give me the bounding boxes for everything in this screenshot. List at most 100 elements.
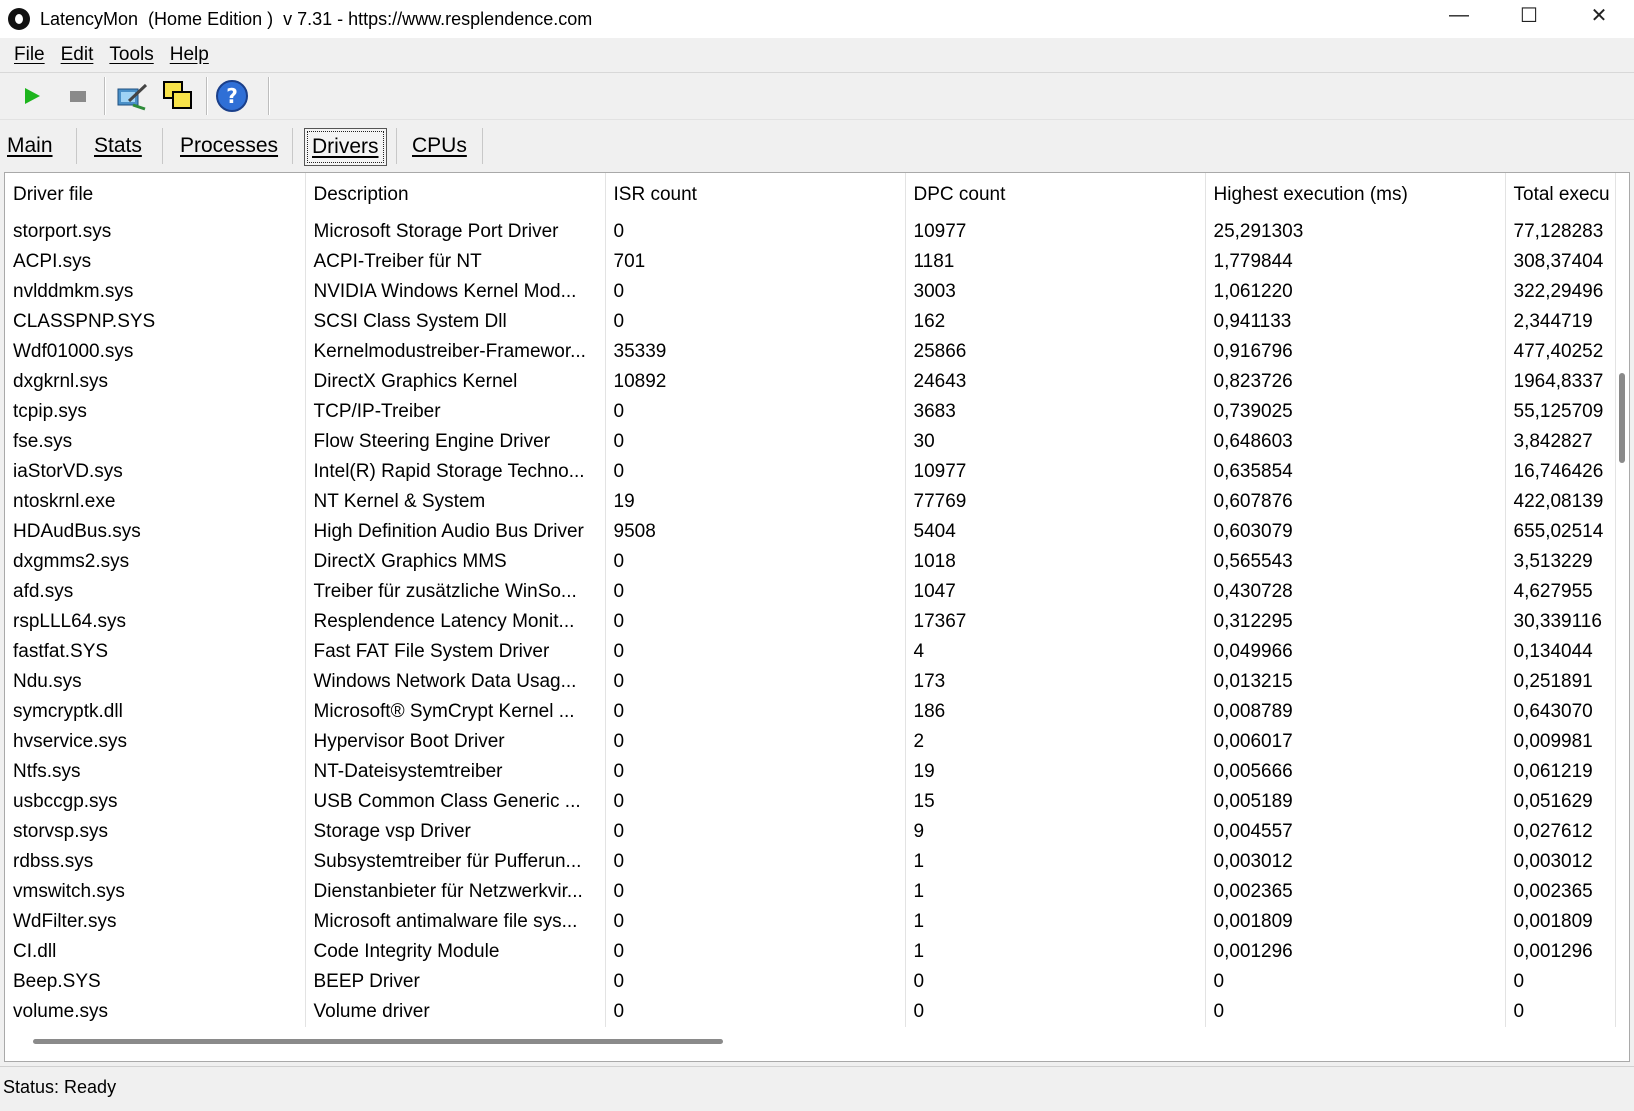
total-execution-cell: 308,37404: [1505, 247, 1616, 277]
dpc-count-cell: 1: [905, 847, 1206, 877]
toolbar-separator: [104, 77, 106, 115]
horizontal-scrollbar-track: [5, 1031, 1629, 1061]
horizontal-scrollbar[interactable]: [33, 1039, 723, 1044]
table-row[interactable]: volume.sys Volume driver 0 0 0 0: [5, 997, 1616, 1027]
window-title: LatencyMon (Home Edition ) v 7.31 - http…: [40, 8, 593, 29]
column-driver-file[interactable]: Driver file: [5, 173, 306, 217]
table-row[interactable]: vmswitch.sys Dienstanbieter für Netzwerkv…: [5, 877, 1616, 907]
driver-file-cell: WdFilter.sys: [5, 907, 306, 937]
isr-count-cell: 0: [605, 937, 906, 967]
table-row[interactable]: fse.sys Flow Steering Engine Driver 0 30 0,6…: [5, 427, 1616, 457]
dpc-count-cell: 19: [905, 757, 1206, 787]
total-execution-cell: 0,003012: [1505, 847, 1616, 877]
highest-execution-cell: 0,008789: [1205, 697, 1506, 727]
isr-count-cell: 0: [605, 817, 906, 847]
tab-stats[interactable]: Stats: [94, 128, 142, 164]
dpc-count-cell: 186: [905, 697, 1206, 727]
stop-button[interactable]: [60, 78, 96, 114]
minimize-button[interactable]: —: [1424, 0, 1494, 30]
isr-count-cell: 19: [605, 487, 906, 517]
highest-execution-cell: 0,430728: [1205, 577, 1506, 607]
table-row[interactable]: HDAudBus.sys High Definition Audio Bus Dr…: [5, 517, 1616, 547]
table-row[interactable]: ntoskrnl.exe NT Kernel & System 19 77769 0,6…: [5, 487, 1616, 517]
menu-bar: File Edit Tools Help: [0, 38, 1634, 73]
description-cell: Treiber für zusätzliche WinSo...: [305, 577, 606, 607]
vertical-scrollbar[interactable]: [1619, 373, 1625, 463]
table-row[interactable]: fastfat.SYS Fast FAT File System Driver 0 4…: [5, 637, 1616, 667]
table-row[interactable]: Beep.SYS BEEP Driver 0 0 0 0: [5, 967, 1616, 997]
isr-count-cell: 0: [605, 847, 906, 877]
windows-button[interactable]: [160, 78, 196, 114]
description-cell: USB Common Class Generic ...: [305, 787, 606, 817]
driver-file-cell: hvservice.sys: [5, 727, 306, 757]
total-execution-cell: 0: [1505, 967, 1616, 997]
table-row[interactable]: dxgkrnl.sys DirectX Graphics Kernel 10892 2…: [5, 367, 1616, 397]
tab-drivers[interactable]: Drivers: [304, 128, 387, 166]
table-row[interactable]: storport.sys Microsoft Storage Port Drive…: [5, 217, 1616, 247]
table-row[interactable]: tcpip.sys TCP/IP-Treiber 0 3683 0,739025 55,1…: [5, 397, 1616, 427]
total-execution-cell: 1964,8337: [1505, 367, 1616, 397]
menu-help[interactable]: Help: [170, 44, 209, 66]
highest-execution-cell: 0,001296: [1205, 937, 1506, 967]
tab-main[interactable]: Main: [7, 128, 53, 164]
title-bar: LatencyMon (Home Edition ) v 7.31 - http…: [0, 0, 1634, 38]
tab-processes[interactable]: Processes: [180, 128, 278, 164]
description-cell: NT Kernel & System: [305, 487, 606, 517]
column-isr-count[interactable]: ISR count: [605, 173, 906, 217]
table-row[interactable]: symcryptk.dll Microsoft® SymCrypt Kernel …: [5, 697, 1616, 727]
tab-drivers-label: Drivers: [312, 135, 379, 158]
total-execution-cell: 0,001809: [1505, 907, 1616, 937]
start-button[interactable]: [14, 78, 50, 114]
description-cell: NVIDIA Windows Kernel Mod...: [305, 277, 606, 307]
table-row[interactable]: Wdf01000.sys Kernelmodustreiber-Framewor.…: [5, 337, 1616, 367]
menu-edit[interactable]: Edit: [61, 44, 94, 66]
maximize-button[interactable]: ☐: [1494, 0, 1564, 30]
isr-count-cell: 0: [605, 877, 906, 907]
total-execution-cell: 0,061219: [1505, 757, 1616, 787]
close-button[interactable]: ✕: [1564, 0, 1634, 30]
isr-count-cell: 0: [605, 277, 906, 307]
table-row[interactable]: nvlddmkm.sys NVIDIA Windows Kernel Mod...…: [5, 277, 1616, 307]
menu-file[interactable]: File: [14, 44, 45, 66]
highest-execution-cell: 0,003012: [1205, 847, 1506, 877]
column-description[interactable]: Description: [305, 173, 606, 217]
column-dpc-count[interactable]: DPC count: [905, 173, 1206, 217]
isr-count-cell: 0: [605, 547, 906, 577]
table-row[interactable]: WdFilter.sys Microsoft antimalware file s…: [5, 907, 1616, 937]
table-row[interactable]: hvservice.sys Hypervisor Boot Driver 0 2 0,0…: [5, 727, 1616, 757]
table-row[interactable]: rdbss.sys Subsystemtreiber für Pufferun..…: [5, 847, 1616, 877]
dpc-count-cell: 25866: [905, 337, 1206, 367]
table-row[interactable]: afd.sys Treiber für zusätzliche WinSo... 0…: [5, 577, 1616, 607]
total-execution-cell: 3,513229: [1505, 547, 1616, 577]
table-row[interactable]: CI.dll Code Integrity Module 0 1 0,001296 0,0…: [5, 937, 1616, 967]
dpc-count-cell: 1: [905, 877, 1206, 907]
total-execution-cell: 0,051629: [1505, 787, 1616, 817]
highest-execution-cell: 0,006017: [1205, 727, 1506, 757]
table-row[interactable]: CLASSPNP.SYS SCSI Class System Dll 0 162 0,9…: [5, 307, 1616, 337]
dpc-count-cell: 3683: [905, 397, 1206, 427]
description-cell: High Definition Audio Bus Driver: [305, 517, 606, 547]
table-row[interactable]: rspLLL64.sys Resplendence Latency Monit..…: [5, 607, 1616, 637]
table-row[interactable]: Ntfs.sys NT-Dateisystemtreiber 0 19 0,005666…: [5, 757, 1616, 787]
driver-file-cell: Beep.SYS: [5, 967, 306, 997]
total-execution-cell: 4,627955: [1505, 577, 1616, 607]
highest-execution-cell: 0,739025: [1205, 397, 1506, 427]
help-button[interactable]: ?: [214, 78, 250, 114]
table-row[interactable]: iaStorVD.sys Intel(R) Rapid Storage Techn…: [5, 457, 1616, 487]
drivers-list[interactable]: Driver file Description ISR count DPC count…: [4, 172, 1630, 1062]
stop-icon: [70, 91, 86, 102]
column-total-execution[interactable]: Total execu: [1505, 173, 1616, 217]
tools-button[interactable]: [114, 78, 150, 114]
total-execution-cell: 3,842827: [1505, 427, 1616, 457]
column-highest-execution[interactable]: Highest execution (ms): [1205, 173, 1506, 217]
table-row[interactable]: dxgmms2.sys DirectX Graphics MMS 0 1018 0,56…: [5, 547, 1616, 577]
total-execution-cell: 0,027612: [1505, 817, 1616, 847]
highest-execution-cell: 0,001809: [1205, 907, 1506, 937]
tab-cpus[interactable]: CPUs: [412, 128, 467, 164]
table-row[interactable]: Ndu.sys Windows Network Data Usag... 0 173 0…: [5, 667, 1616, 697]
table-row[interactable]: usbccgp.sys USB Common Class Generic ... 0…: [5, 787, 1616, 817]
driver-file-cell: volume.sys: [5, 997, 306, 1027]
menu-tools[interactable]: Tools: [109, 44, 153, 66]
table-row[interactable]: storvsp.sys Storage vsp Driver 0 9 0,004557 0…: [5, 817, 1616, 847]
table-row[interactable]: ACPI.sys ACPI-Treiber für NT 701 1181 1,7798…: [5, 247, 1616, 277]
